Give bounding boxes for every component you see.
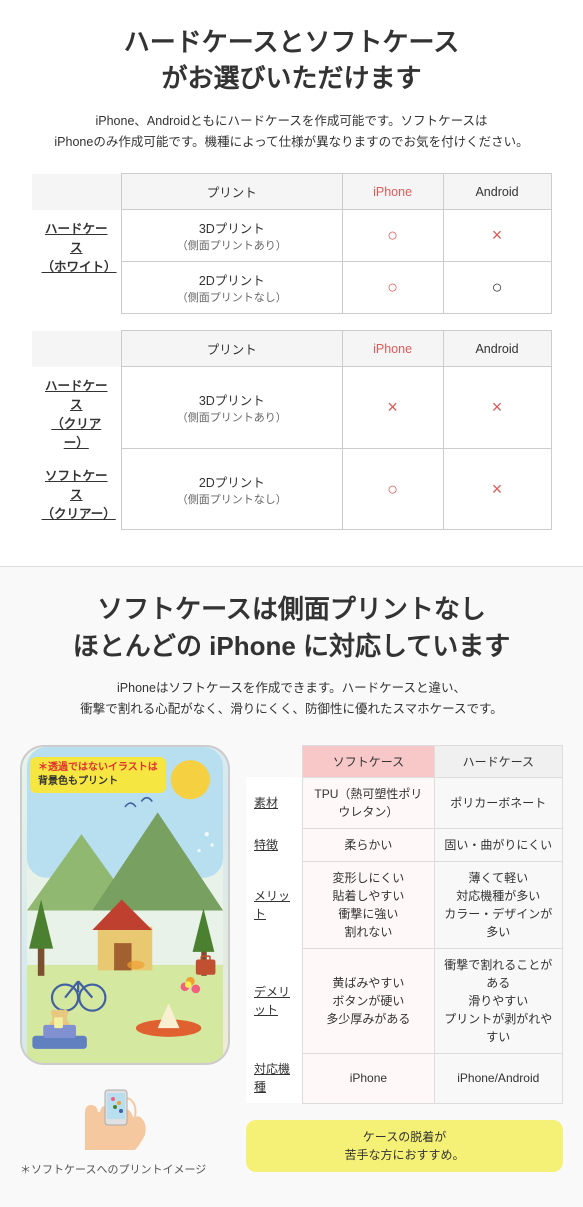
table2: プリント iPhone Android ハードケース（クリアー） ソフトケース（…: [32, 330, 552, 530]
table2-row2-iphone: ○: [342, 448, 443, 530]
table1-row1-print: 3Dプリント（側面プリントあり）: [122, 210, 343, 262]
phone-caption: ＊ソフトケースへのプリントイメージ: [20, 1161, 230, 1177]
table1-col-print: プリント: [122, 174, 343, 210]
table1-row2-android: ○: [443, 262, 551, 314]
top-section: ハードケースとソフトケースがお選びいただけます iPhone、Androidとも…: [0, 0, 583, 566]
row-demerit-label: デメリット: [246, 948, 303, 1053]
table2-row1-android: ×: [443, 367, 551, 449]
comparison-table: ソフトケース ハードケース 素材 TPU（熱可塑性ポリウレタン） ポリカーボネー…: [246, 745, 563, 1104]
row-material-soft: TPU（熱可塑性ポリウレタン）: [303, 777, 434, 828]
bottom-content: ＊透過ではないイラストは背景色もプリント: [20, 745, 563, 1177]
table1-row2-iphone: ○: [342, 262, 443, 314]
col-soft-header: ソフトケース: [303, 745, 434, 777]
note-tag: ＊透過ではないイラストは背景色もプリント: [30, 757, 166, 793]
bottom-section: ソフトケースは側面プリントなしほとんどの iPhone に対応しています iPh…: [0, 567, 583, 1206]
row-feature-hard: 固い・曲がりにくい: [434, 828, 562, 861]
row-feature-label: 特徴: [246, 828, 303, 861]
table1: プリント iPhone Android ハードケース（ホワイト） 3Dプリント（…: [32, 173, 552, 314]
row-merit-soft: 変形しにくい貼着しやすい衝撃に強い割れない: [303, 861, 434, 948]
subtitle-text: iPhone、Androidともにハードケースを作成可能です。ソフトケースは i…: [20, 111, 563, 154]
table2-container: プリント iPhone Android ハードケース（クリアー） ソフトケース（…: [20, 330, 563, 530]
illustration-svg: [22, 747, 228, 1063]
table2-row2-print: 2Dプリント（側面プリントなし）: [122, 448, 343, 530]
table1-row1-iphone: ○: [342, 210, 443, 262]
table2-row2-android: ×: [443, 448, 551, 530]
table1-col-android: Android: [443, 174, 551, 210]
table1-container: プリント iPhone Android ハードケース（ホワイト） 3Dプリント（…: [20, 173, 563, 314]
bottom-title: ソフトケースは側面プリントなしほとんどの iPhone に対応しています: [20, 591, 563, 664]
callout-box: ケースの脱着が苦手な方におすすめ。: [246, 1120, 563, 1172]
table1-row2-print: 2Dプリント（側面プリントなし）: [122, 262, 343, 314]
phone-image-area: ＊透過ではないイラストは背景色もプリント: [20, 745, 230, 1177]
table1-row-label: ハードケース（ホワイト）: [42, 222, 117, 274]
comparison-table-wrap: ソフトケース ハードケース 素材 TPU（熱可塑性ポリウレタン） ポリカーボネー…: [246, 745, 563, 1172]
table1-row1-android: ×: [443, 210, 551, 262]
row-feature-soft: 柔らかい: [303, 828, 434, 861]
row-material-hard: ポリカーボネート: [434, 777, 562, 828]
row-compatible-soft: iPhone: [303, 1053, 434, 1103]
table2-row-label2: ソフトケース（クリアー）: [42, 469, 116, 521]
table2-row1-iphone: ×: [342, 367, 443, 449]
row-demerit-soft: 黄ばみやすいボタンが硬い多少厚みがある: [303, 948, 434, 1053]
table2-col-iphone: iPhone: [342, 331, 443, 367]
table2-row-label1: ハードケース（クリアー）: [45, 379, 108, 450]
row-material-label: 素材: [246, 777, 303, 828]
table1-col-iphone: iPhone: [342, 174, 443, 210]
row-compatible-label: 対応機種: [246, 1053, 303, 1103]
table2-row1-print: 3Dプリント（側面プリントあり）: [122, 367, 343, 449]
phone-image-box: ＊透過ではないイラストは背景色もプリント: [20, 745, 230, 1065]
hand-svg: [75, 1075, 175, 1155]
bottom-subtitle: iPhoneはソフトケースを作成できます。ハードケースと違い、 衝撃で割れる心配…: [20, 678, 563, 721]
row-merit-hard: 薄くて軽い対応機種が多いカラー・デザインが多い: [434, 861, 562, 948]
row-demerit-hard: 衝撃で割れることがある滑りやすいプリントが剥がれやすい: [434, 948, 562, 1053]
col-hard-header: ハードケース: [434, 745, 562, 777]
table2-col-android: Android: [443, 331, 551, 367]
row-merit-label: メリット: [246, 861, 303, 948]
main-title: ハードケースとソフトケースがお選びいただけます: [20, 24, 563, 97]
hand-phone-wrap: [20, 1075, 230, 1155]
row-compatible-hard: iPhone/Android: [434, 1053, 562, 1103]
table2-col-print: プリント: [122, 331, 343, 367]
